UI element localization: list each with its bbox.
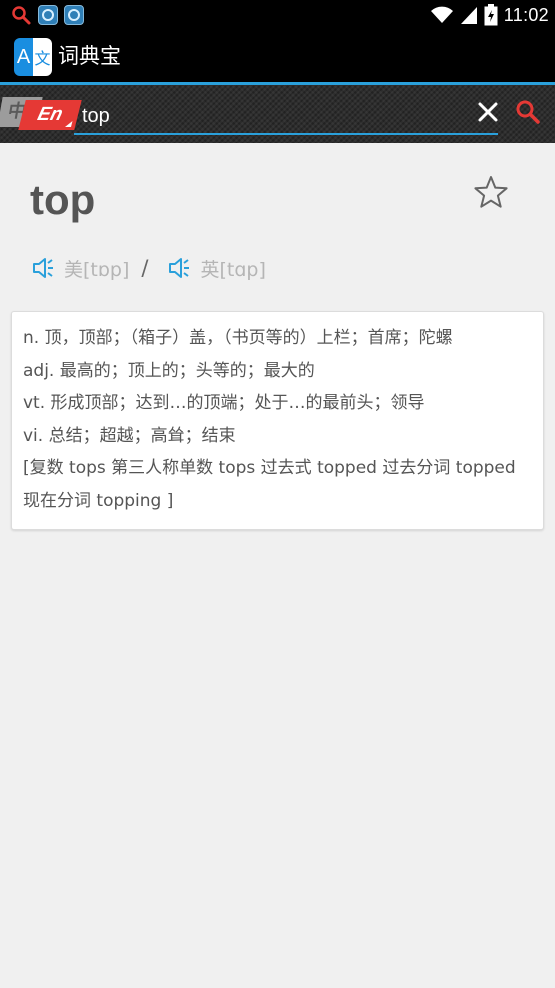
favorite-star-icon[interactable] — [472, 174, 510, 212]
pron-us-text: 美[tɒp] — [64, 258, 130, 281]
app-logo-letter: A — [14, 38, 33, 76]
search-button-icon[interactable] — [514, 98, 542, 126]
definition-noun: n. 顶，顶部；（箱子）盖，（书页等的）上栏；首席；陀螺 — [23, 328, 453, 348]
app-logo-char: 文 — [33, 38, 52, 76]
search-input[interactable] — [82, 101, 462, 131]
definition-transitive-verb: vt. 形成顶部；达到…的顶端；处于…的最前头；领导 — [23, 393, 425, 413]
pron-uk[interactable]: 英[tɑp] — [168, 255, 266, 282]
word-title: top — [30, 176, 96, 223]
definition-card: n. 顶，顶部；（箱子）盖，（书页等的）上栏；首席；陀螺 adj. 最高的；顶上… — [11, 311, 544, 530]
notification-icon — [38, 5, 58, 25]
clear-icon[interactable] — [474, 98, 502, 126]
definition-adjective: adj. 最高的；顶上的；头等的；最大的 — [23, 360, 315, 381]
lang-toggle-en[interactable]: En — [18, 100, 82, 130]
search-field — [74, 97, 498, 135]
battery-icon — [484, 4, 498, 26]
status-time: 11:02 — [503, 4, 549, 25]
app-bar: A 文 词典宝 — [0, 30, 555, 85]
speaker-icon — [33, 258, 53, 278]
status-bar: 11:02 — [0, 0, 555, 30]
search-icon — [12, 6, 31, 25]
wifi-icon — [430, 6, 453, 23]
pronunciation-row: 美[tɒp] / 英[tɑp] — [32, 252, 266, 284]
notification-icon — [64, 5, 84, 25]
app-title: 词典宝 — [58, 44, 121, 68]
word-forms-continued: 现在分词 topping ] — [23, 490, 174, 511]
word-forms: [复数 tops 第三人称单数 tops 过去式 topped 过去分词 top… — [23, 458, 516, 478]
pron-uk-text: 英[tɑp] — [200, 258, 266, 281]
app-logo-icon: A 文 — [14, 38, 52, 76]
speaker-icon — [169, 258, 190, 278]
signal-icon — [460, 7, 477, 24]
pron-separator: / — [141, 256, 149, 280]
definition-intransitive-verb: vi. 总结；超越；高耸；结束 — [23, 425, 236, 446]
search-bar: 中 En — [0, 85, 555, 143]
pron-us[interactable]: 美[tɒp] — [32, 255, 129, 282]
